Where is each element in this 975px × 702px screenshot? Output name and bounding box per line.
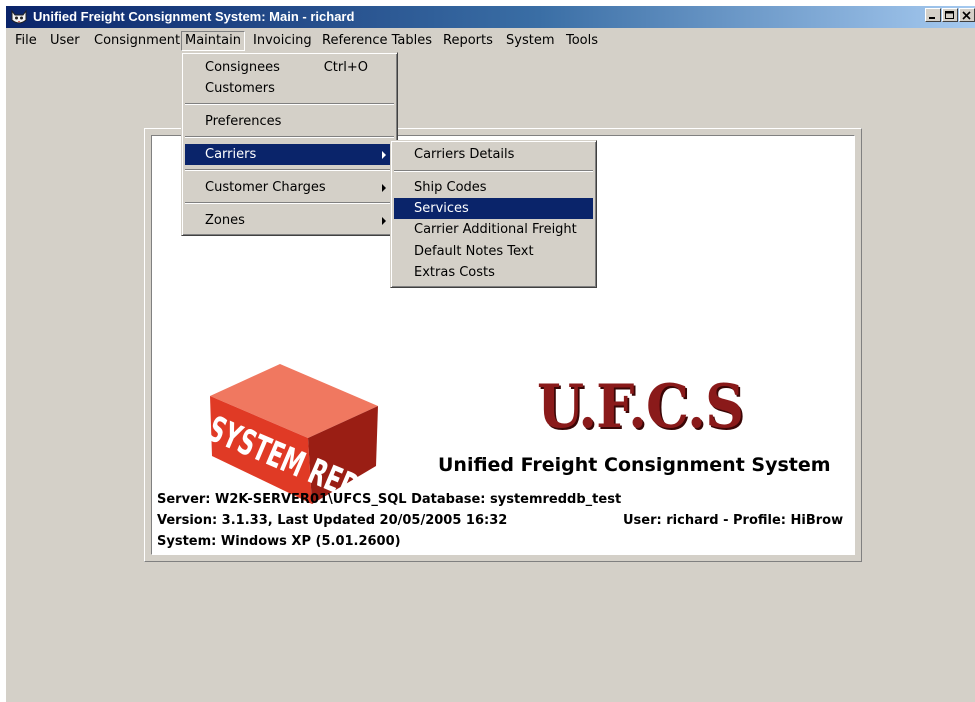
system-info: System: Windows XP (5.01.2600) — [157, 534, 401, 549]
menu-reference-tables[interactable]: Reference Tables — [319, 32, 435, 50]
menu-separator — [394, 170, 593, 172]
menu-system[interactable]: System — [503, 32, 557, 50]
menu-item-customers[interactable]: Customers — [185, 78, 394, 99]
menu-item-preferences[interactable]: Preferences — [185, 111, 394, 132]
menu-consignment[interactable]: Consignment — [91, 32, 183, 50]
title-bar[interactable]: Unified Freight Consignment System: Main… — [6, 6, 975, 28]
menu-separator — [185, 202, 394, 204]
menu-separator — [185, 103, 394, 105]
version-info: Version: 3.1.33, Last Updated 20/05/2005… — [157, 513, 508, 528]
brand-title: U.F.C.S — [537, 372, 744, 442]
minimize-icon — [929, 17, 935, 19]
submenu-arrow-icon — [382, 184, 386, 192]
maximize-button[interactable] — [942, 8, 958, 22]
menu-maintain[interactable]: Maintain — [181, 31, 245, 51]
shortcut-label: Ctrl+O — [323, 60, 368, 75]
menu-item-services[interactable]: Services — [394, 198, 593, 219]
menu-item-carriers-details[interactable]: Carriers Details — [394, 144, 593, 165]
menu-item-label: Consignees — [205, 60, 280, 75]
menu-item-carriers[interactable]: Carriers — [185, 144, 394, 165]
menu-item-ship-codes[interactable]: Ship Codes — [394, 177, 593, 198]
menu-separator — [185, 169, 394, 171]
close-button[interactable] — [959, 8, 975, 22]
window-controls — [924, 8, 975, 22]
menu-reports[interactable]: Reports — [440, 32, 496, 50]
submenu-arrow-icon — [382, 217, 386, 225]
menu-item-extras-costs[interactable]: Extras Costs — [394, 262, 593, 283]
menu-item-zones[interactable]: Zones — [185, 210, 394, 231]
minimize-button[interactable] — [925, 8, 941, 22]
menu-user[interactable]: User — [47, 32, 83, 50]
brand-subtitle: Unified Freight Consignment System — [438, 454, 831, 476]
server-info: Server: W2K-SERVER01\UFCS_SQL Database: … — [157, 492, 622, 507]
menu-item-consignees[interactable]: Consignees Ctrl+O — [185, 57, 394, 78]
app-cat-icon — [11, 9, 27, 24]
menu-item-label: Customer Charges — [205, 180, 326, 195]
submenu-arrow-icon — [382, 151, 386, 159]
user-info: User: richard - Profile: HiBrow — [623, 513, 844, 528]
system-red-logo: SYSTEM RED — [202, 364, 378, 506]
menu-item-customer-charges[interactable]: Customer Charges — [185, 177, 394, 198]
main-window: Unified Freight Consignment System: Main… — [6, 6, 975, 702]
menu-bar: File User Consignment Maintain Invoicing… — [6, 29, 975, 53]
menu-separator — [185, 136, 394, 138]
menu-item-label: Carriers — [205, 147, 257, 162]
menu-item-label: Zones — [205, 213, 245, 228]
menu-item-carrier-additional-freight[interactable]: Carrier Additional Freight — [394, 219, 593, 240]
window-title: Unified Freight Consignment System: Main… — [33, 9, 355, 24]
menu-file[interactable]: File — [12, 32, 40, 50]
close-icon — [962, 11, 971, 20]
maintain-menu: Consignees Ctrl+O Customers Preferences … — [181, 52, 398, 236]
menu-item-default-notes-text[interactable]: Default Notes Text — [394, 241, 593, 262]
menu-tools[interactable]: Tools — [563, 32, 601, 50]
menu-invoicing[interactable]: Invoicing — [250, 32, 315, 50]
carriers-submenu: Carriers Details Ship Codes Services Car… — [390, 140, 597, 288]
maximize-icon — [945, 11, 954, 19]
